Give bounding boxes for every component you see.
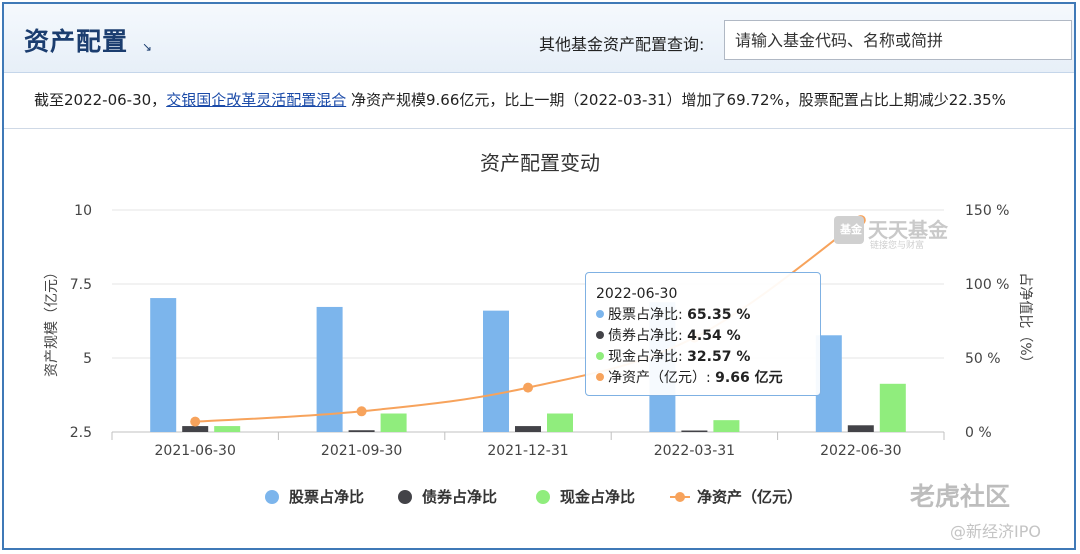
tooltip-dot-stock <box>596 310 604 318</box>
net-assets-point <box>523 382 533 393</box>
bar-bond <box>515 426 541 432</box>
x-tick-label: 2021-12-31 <box>487 443 568 459</box>
tooltip-value-cash: 32.57 % <box>687 349 751 365</box>
legend-marker <box>265 490 279 504</box>
tooltip-label-cash: 现金占净比: <box>608 349 688 365</box>
asset-allocation-chart: 资产配置变动2.557.5100 %50 %100 %150 %资产规模（亿元）… <box>44 151 1033 506</box>
y-left-tick-label: 7.5 <box>70 277 92 293</box>
y-left-tick-label: 10 <box>74 203 92 219</box>
tooltip-row-net-assets: 净资产（亿元）: 9.66 亿元 <box>596 368 810 389</box>
legend-marker <box>398 490 412 504</box>
tooltip-dot-cash <box>596 352 604 360</box>
y-right-tick-label: 0 % <box>965 425 992 441</box>
bar-cash <box>879 383 906 432</box>
y-right-tick-label: 100 % <box>965 277 1009 293</box>
tooltip-dot-bond <box>596 331 604 339</box>
y-right-axis-title: 占净值比（%） <box>1017 272 1033 369</box>
legend-label: 股票占净比 <box>289 488 364 506</box>
bar-stock <box>150 298 177 432</box>
tooltip-dot-net-assets <box>596 373 604 381</box>
tooltip-label-bond: 债券占净比: <box>608 328 688 344</box>
net-assets-point <box>190 416 201 427</box>
bar-bond <box>348 430 375 432</box>
y-left-tick-label: 5 <box>83 351 92 367</box>
x-tick-label: 2022-03-31 <box>654 443 735 459</box>
bar-stock <box>483 310 509 432</box>
tooltip-row-stock: 股票占净比: 65.35 % <box>596 305 810 326</box>
y-right-tick-label: 150 % <box>965 203 1009 219</box>
chart-title: 资产配置变动 <box>480 151 600 175</box>
net-assets-point <box>356 406 367 417</box>
ttfund-watermark-sub: 链接您与财富 <box>870 241 925 251</box>
tooltip-value-stock: 65.35 % <box>687 307 751 323</box>
legend-marker <box>536 490 550 504</box>
tooltip-date: 2022-06-30 <box>596 286 678 302</box>
tiger-community-watermark-sub: @新经济IPO <box>950 522 1041 541</box>
legend-marker <box>675 492 685 502</box>
bar-cash <box>547 413 573 432</box>
y-left-axis-title: 资产规模（亿元） <box>44 265 60 377</box>
tooltip-label-stock: 股票占净比: <box>608 307 688 323</box>
bar-bond <box>681 430 708 432</box>
tooltip-row-cash: 现金占净比: 32.57 % <box>596 347 810 368</box>
legend-label: 净资产（亿元） <box>697 488 802 506</box>
tooltip-label-net-assets: 净资产（亿元）: <box>608 370 716 386</box>
bar-cash <box>214 426 241 432</box>
tooltip-value-bond: 4.54 % <box>687 328 741 344</box>
bar-bond <box>182 426 209 432</box>
legend-label: 债券占净比 <box>422 488 497 506</box>
x-tick-label: 2021-09-30 <box>321 443 402 459</box>
legend-label: 现金占净比 <box>560 488 635 506</box>
x-tick-label: 2021-06-30 <box>155 443 236 459</box>
tooltip-row-bond: 债券占净比: 4.54 % <box>596 326 810 347</box>
x-tick-label: 2022-06-30 <box>820 443 901 459</box>
tooltip-value-net-assets: 9.66 亿元 <box>715 370 783 386</box>
tiger-community-watermark: 老虎社区 <box>910 482 1011 511</box>
ttfund-logo-text: 基金 <box>840 223 862 236</box>
y-left-tick-label: 2.5 <box>70 425 92 441</box>
bar-cash <box>380 413 407 432</box>
y-right-tick-label: 50 % <box>965 351 1001 367</box>
bar-bond <box>847 425 874 432</box>
chart-tooltip: 2022-06-30 股票占净比: 65.35 % 债券占净比: 4.54 % … <box>585 272 821 396</box>
bar-cash <box>713 420 740 432</box>
